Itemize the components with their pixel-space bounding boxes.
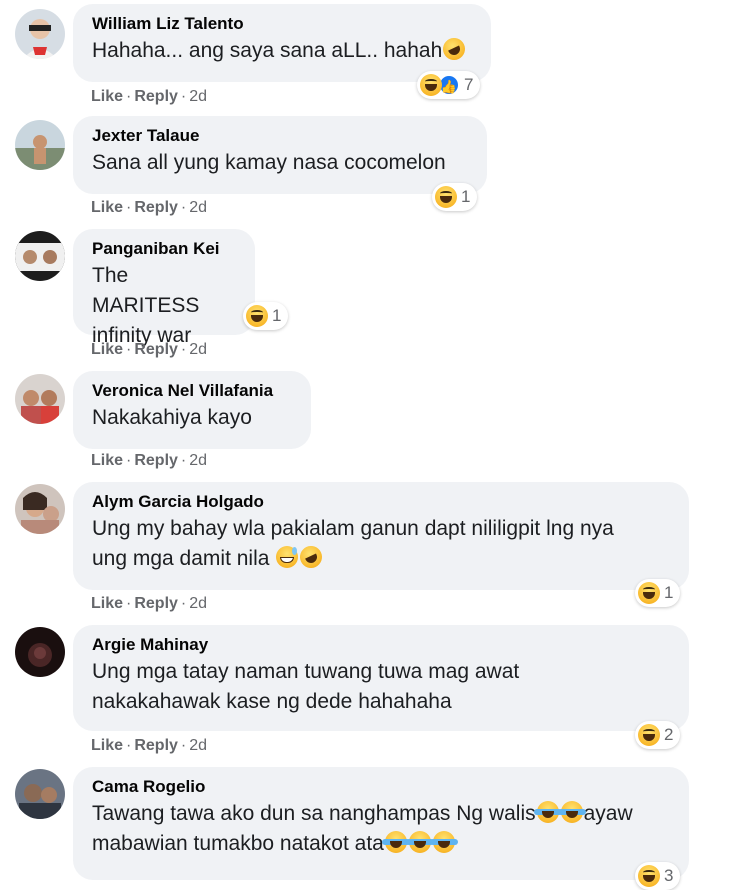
separator-dot: ·	[180, 341, 187, 358]
reply-link[interactable]: Reply	[134, 452, 178, 469]
like-link[interactable]: Like	[91, 737, 123, 754]
joy-icon	[533, 801, 562, 823]
comment-author[interactable]: William Liz Talento	[92, 13, 473, 34]
comment-actions: Like · Reply · 2d	[91, 88, 207, 106]
comment-time[interactable]: 2d	[189, 452, 207, 469]
comment-bubble: Veronica Nel Villafania Nakakahiya kayo	[73, 371, 311, 449]
reaction-summary[interactable]: 3	[635, 862, 681, 890]
like-link[interactable]: Like	[91, 199, 123, 216]
joy-icon	[429, 831, 458, 853]
comment-time[interactable]: 2d	[189, 88, 207, 105]
reaction-summary[interactable]: 1	[432, 183, 478, 211]
avatar-image	[15, 627, 65, 677]
haha-reaction-icon	[246, 305, 268, 327]
avatar[interactable]	[15, 120, 65, 170]
avatar-image	[15, 484, 65, 534]
comment-text: Ung my bahay wla pakialam ganun dapt nil…	[92, 517, 614, 572]
comment-time[interactable]: 2d	[189, 341, 207, 358]
comment-time[interactable]: 2d	[189, 595, 207, 612]
comment-actions: Like · Reply · 2d	[91, 737, 207, 755]
avatar-image	[15, 374, 65, 424]
reaction-summary[interactable]: 2	[635, 721, 681, 749]
avatar[interactable]	[15, 769, 65, 819]
separator-dot: ·	[126, 452, 132, 469]
comment-actions: Like · Reply · 2d	[91, 199, 207, 217]
reaction-summary[interactable]: 👍 7	[417, 71, 481, 99]
reaction-summary[interactable]: 1	[243, 302, 289, 330]
comment-actions: Like · Reply · 2d	[91, 595, 207, 613]
comment-text: Ung mga tatay naman tuwang tuwa mag awat…	[92, 660, 520, 713]
separator-dot: ·	[180, 595, 187, 612]
reply-link[interactable]: Reply	[134, 199, 178, 216]
comment-time[interactable]: 2d	[189, 199, 207, 216]
separator-dot: ·	[126, 595, 132, 612]
reply-link[interactable]: Reply	[134, 341, 178, 358]
avatar-image	[15, 769, 65, 819]
comment-author[interactable]: Panganiban Kei	[92, 238, 237, 259]
avatar-image	[15, 231, 65, 281]
reply-link[interactable]: Reply	[134, 737, 178, 754]
comment-author[interactable]: Jexter Talaue	[92, 125, 469, 146]
comment-bubble: Argie Mahinay Ung mga tatay naman tuwang…	[73, 625, 689, 731]
rofl-icon	[439, 34, 469, 64]
comment-author[interactable]: Alym Garcia Holgado	[92, 491, 671, 512]
avatar-image	[15, 120, 65, 170]
comment-bubble: Panganiban Kei The MARITESS infinity war	[73, 229, 255, 347]
reply-link[interactable]: Reply	[134, 88, 178, 105]
reaction-count: 7	[464, 75, 474, 94]
joy-icon	[557, 801, 586, 823]
like-link[interactable]: Like	[91, 341, 123, 358]
like-link[interactable]: Like	[91, 88, 123, 105]
sweat-smile-icon	[276, 546, 299, 568]
comment-text: The MARITESS infinity war	[92, 264, 200, 347]
comment-time[interactable]: 2d	[189, 737, 207, 754]
separator-dot: ·	[126, 737, 132, 754]
avatar[interactable]	[15, 627, 65, 677]
haha-reaction-icon	[420, 74, 442, 96]
separator-dot: ·	[126, 199, 132, 216]
separator-dot: ·	[180, 199, 187, 216]
comment-author[interactable]: Argie Mahinay	[92, 634, 671, 655]
separator-dot: ·	[126, 341, 132, 358]
avatar[interactable]	[15, 484, 65, 534]
avatar-image	[15, 9, 65, 59]
reaction-count: 3	[664, 866, 674, 885]
reaction-count: 1	[272, 306, 282, 325]
comment-bubble: Jexter Talaue Sana all yung kamay nasa c…	[73, 116, 487, 194]
reaction-count: 2	[664, 725, 674, 744]
comment-bubble: Alym Garcia Holgado Ung my bahay wla pak…	[73, 482, 689, 590]
comment-actions: Like · Reply · 2d	[91, 341, 207, 359]
separator-dot: ·	[126, 88, 132, 105]
comment-text: Tawang tawa ako dun sa nanghampas Ng wal…	[92, 801, 633, 855]
reaction-count: 1	[664, 583, 674, 602]
separator-dot: ·	[180, 88, 187, 105]
comment-text: Sana all yung kamay nasa cocomelon	[92, 151, 446, 174]
like-link[interactable]: Like	[91, 452, 123, 469]
reaction-summary[interactable]: 1	[635, 579, 681, 607]
like-link[interactable]: Like	[91, 595, 123, 612]
reply-link[interactable]: Reply	[134, 595, 178, 612]
reaction-count: 1	[461, 187, 471, 206]
separator-dot: ·	[180, 452, 187, 469]
comment-author[interactable]: Cama Rogelio	[92, 776, 671, 797]
avatar[interactable]	[15, 374, 65, 424]
avatar[interactable]	[15, 9, 65, 59]
comment-text: Nakakahiya kayo	[92, 406, 252, 429]
comment-actions: Like · Reply · 2d	[91, 452, 207, 470]
comment-text: Hahaha... ang saya sana aLL.. hahah	[92, 34, 473, 66]
comment-author[interactable]: Veronica Nel Villafania	[92, 380, 293, 401]
comment-bubble: Cama Rogelio Tawang tawa ako dun sa nang…	[73, 767, 689, 880]
haha-reaction-icon	[638, 724, 660, 746]
haha-reaction-icon	[638, 865, 660, 887]
joy-icon	[405, 831, 434, 853]
separator-dot: ·	[180, 737, 187, 754]
joy-icon	[381, 831, 410, 853]
haha-reaction-icon	[435, 186, 457, 208]
rofl-icon	[296, 542, 326, 572]
avatar[interactable]	[15, 231, 65, 281]
haha-reaction-icon	[638, 582, 660, 604]
